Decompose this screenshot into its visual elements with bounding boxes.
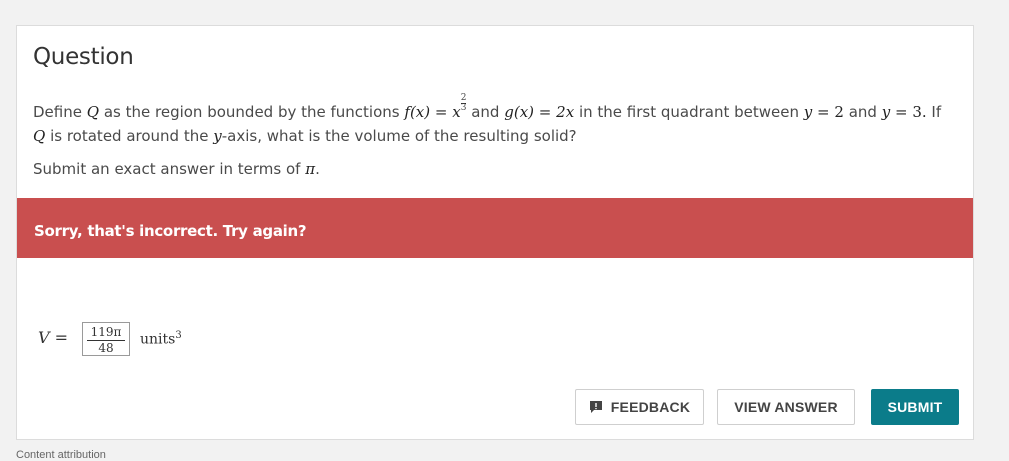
math-f: f(x) (404, 103, 431, 121)
math-base: x (452, 103, 461, 121)
feedback-button-label: FEEDBACK (610, 399, 691, 415)
math-eq: = (434, 103, 448, 121)
math-eq: = (538, 103, 552, 121)
exp-den: 3 (460, 103, 467, 113)
answer-input[interactable]: 119π 48 (82, 322, 130, 356)
question-text: Define Q as the region bounded by the fu… (33, 94, 953, 148)
answer-label-var: V (38, 328, 50, 347)
math-var: y (213, 127, 222, 145)
feedback-icon (589, 401, 602, 413)
math-var: y (881, 103, 891, 121)
feedback-button[interactable]: FEEDBACK (575, 389, 704, 425)
question-text-part: as the region bounded by the functions (103, 103, 400, 121)
question-text-part: -axis, what is the volume of the resulti… (221, 127, 577, 145)
units-text: units (140, 331, 176, 348)
math-var: Q (86, 103, 100, 121)
question-text-part: and (471, 103, 500, 121)
submit-button[interactable]: SUBMIT (871, 389, 959, 425)
math-var: y (803, 103, 813, 121)
answer-numerator: 119π (90, 325, 122, 339)
math-eq: = 2 (817, 103, 844, 121)
instruction-text: Submit an exact answer in terms of (33, 160, 301, 178)
answer-units: units3 (140, 330, 182, 348)
math-eq: = 3. (894, 103, 927, 121)
question-title: Question (33, 44, 134, 70)
instruction-period: . (315, 160, 320, 178)
submit-button-label: SUBMIT (887, 399, 943, 415)
math-g-rhs: 2x (556, 103, 575, 121)
answer-denominator: 48 (98, 341, 114, 355)
question-text-part: Define (33, 103, 82, 121)
math-g: g(x) (504, 103, 535, 121)
question-instruction: Submit an exact answer in terms of π. (33, 160, 320, 178)
units-exponent: 3 (175, 330, 182, 341)
math-pi: π (305, 160, 316, 178)
content-attribution-link[interactable]: Content attribution (16, 449, 106, 461)
question-text-part: in the first quadrant between (578, 103, 799, 121)
view-answer-button[interactable]: VIEW ANSWER (717, 389, 855, 425)
math-var: Q (33, 127, 46, 145)
math-exponent-fraction: 23 (460, 94, 467, 113)
view-answer-button-label: VIEW ANSWER (734, 399, 838, 415)
question-text-part: and (848, 103, 877, 121)
answer-label-eq: = (49, 328, 69, 347)
answer-label: V = (38, 328, 68, 347)
incorrect-feedback-text: Sorry, that's incorrect. Try again? (34, 222, 307, 240)
question-text-part: is rotated around the (50, 127, 209, 145)
question-text-part: If (931, 103, 942, 121)
